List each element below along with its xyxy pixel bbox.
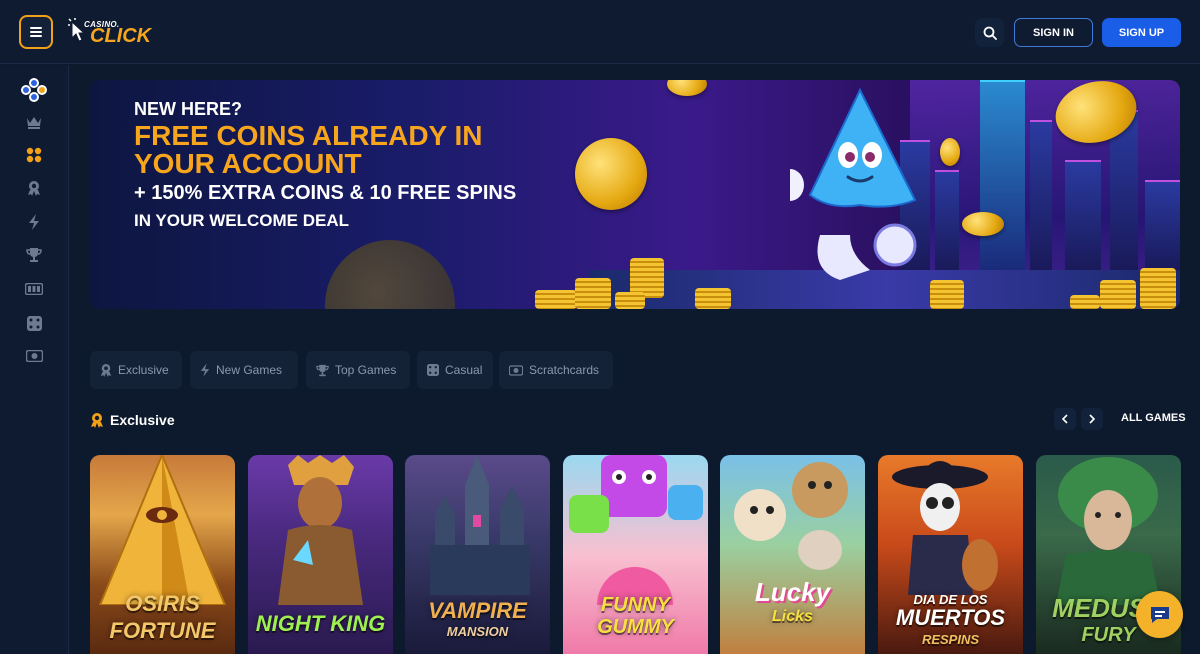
tab-new-games[interactable]: New Games: [190, 351, 298, 389]
sidebar-nav: [0, 65, 69, 654]
search-button[interactable]: [975, 18, 1004, 47]
banner-extra-coins: + 150% EXTRA COINS & 10 FREE SPINS: [134, 182, 517, 204]
all-games-link[interactable]: ALL GAMES: [1121, 412, 1186, 424]
lightning-icon[interactable]: [24, 212, 44, 232]
tab-label: Top Games: [335, 363, 397, 377]
game-title-line: NIGHT KING: [255, 611, 386, 636]
crown-icon[interactable]: [24, 112, 44, 132]
coin-stack-image: [535, 290, 577, 309]
game-card-dia-de-los-muertos[interactable]: DIA DE LOS MUERTOS RESPINS: [878, 455, 1023, 654]
banner-welcome-deal: IN YOUR WELCOME DEAL: [134, 211, 350, 230]
game-title-line: GUMMY: [597, 616, 674, 638]
skeleton-image: [892, 461, 998, 595]
city-building: [1030, 120, 1052, 270]
castle-image: [430, 455, 530, 595]
logo-click-text: CLICK: [90, 25, 152, 47]
faded-coin-image: [325, 240, 455, 309]
game-card-funny-gummy[interactable]: FUNNY GUMMY: [563, 455, 708, 654]
game-title-line: MUERTOS: [895, 605, 1006, 630]
game-title-line: VAMPIRE: [428, 598, 527, 623]
game-title-line: FORTUNE: [109, 618, 216, 643]
tab-label: Scratchcards: [529, 363, 600, 377]
coin-image: [575, 138, 647, 210]
warrior-image: [278, 455, 363, 605]
sign-up-button[interactable]: SIGN UP: [1102, 18, 1181, 47]
gummy-blocks-image: [569, 455, 703, 605]
tab-label: New Games: [216, 363, 283, 377]
game-title-line: FUNNY: [601, 594, 670, 616]
section-title-label: Exclusive: [110, 412, 175, 428]
game-card-osiris-fortune[interactable]: OSIRIS FORTUNE: [90, 455, 235, 654]
next-button[interactable]: [1081, 408, 1103, 430]
pyramid-image: [98, 455, 227, 605]
game-title-line: OSIRIS: [125, 591, 200, 616]
coin-stack-image: [930, 280, 964, 309]
menu-button[interactable]: [19, 15, 53, 49]
dice-icon[interactable]: [24, 313, 44, 333]
exclusive-icon[interactable]: [24, 178, 44, 198]
city-building: [1145, 180, 1180, 270]
chevron-right-icon: [1089, 414, 1096, 424]
lightning-icon: [200, 363, 210, 377]
game-title-line: MANSION: [446, 624, 509, 639]
ticket-icon[interactable]: [24, 346, 44, 366]
coin-stack-image: [695, 288, 731, 309]
community-icon[interactable]: [19, 75, 49, 105]
exclusive-icon: [91, 413, 103, 428]
casino-click-logo[interactable]: CASINO. CLICK: [68, 18, 158, 48]
section-title: Exclusive: [90, 409, 175, 431]
medusa-image: [1056, 457, 1161, 605]
tab-exclusive[interactable]: Exclusive: [90, 351, 182, 389]
tab-top-games[interactable]: Top Games: [306, 351, 410, 389]
grid-icon[interactable]: [24, 145, 44, 165]
search-icon: [983, 26, 997, 40]
coin-stack-image: [1140, 268, 1176, 309]
game-card-night-king[interactable]: NIGHT KING: [248, 455, 393, 654]
coin-stack-image: [615, 292, 645, 309]
city-building: [1065, 160, 1101, 270]
coin-image: [940, 138, 960, 166]
coin-image: [962, 212, 1004, 236]
game-title-line: Licks: [772, 608, 813, 625]
tab-scratchcards[interactable]: Scratchcards: [499, 351, 613, 389]
chat-icon: [1150, 606, 1169, 623]
game-card-lucky-licks[interactable]: Lucky Licks: [720, 455, 865, 654]
slots-icon[interactable]: [24, 279, 44, 299]
tab-label: Exclusive: [118, 363, 169, 377]
game-card-vampire-mansion[interactable]: VAMPIRE MANSION: [405, 455, 550, 654]
game-title-line: RESPINS: [921, 632, 980, 647]
trophy-icon[interactable]: [24, 245, 44, 265]
coin-image: [667, 80, 707, 96]
game-title-line: Lucky: [754, 577, 831, 607]
tab-casual[interactable]: Casual: [417, 351, 493, 389]
city-building: [935, 170, 959, 270]
hamburger-icon: [30, 27, 42, 37]
trophy-icon: [316, 364, 329, 376]
coin-stack-image: [575, 278, 611, 309]
tab-label: Casual: [445, 363, 483, 377]
chevron-left-icon: [1061, 414, 1068, 424]
coin-stack-image: [1100, 280, 1136, 309]
city-building: [980, 80, 1025, 270]
mascot-arrow-image: [790, 87, 917, 280]
prev-button[interactable]: [1054, 408, 1076, 430]
sign-in-button[interactable]: SIGN IN: [1014, 18, 1093, 47]
dice-icon: [427, 364, 439, 376]
exclusive-icon: [100, 364, 112, 377]
coin-stack-image: [1070, 295, 1100, 309]
welcome-banner[interactable]: NEW HERE? FREE COINS ALREADY IN YOUR ACC…: [90, 80, 1180, 309]
top-header: CASINO. CLICK SIGN IN SIGN UP: [0, 0, 1200, 64]
banner-free-coins: FREE COINS ALREADY IN YOUR ACCOUNT: [134, 120, 483, 179]
ticket-icon: [509, 364, 523, 376]
live-chat-button[interactable]: [1136, 591, 1183, 638]
banner-new-here: NEW HERE?: [134, 99, 242, 119]
